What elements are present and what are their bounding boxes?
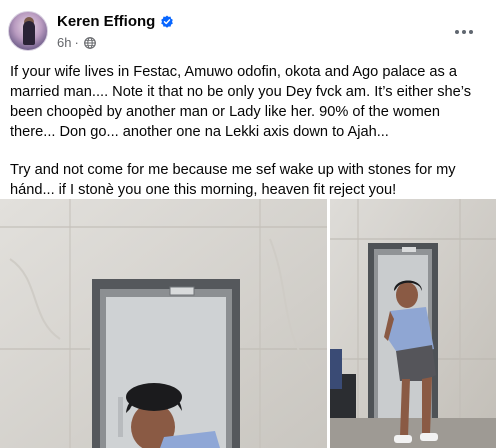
- author-avatar[interactable]: [8, 11, 48, 51]
- more-dot: [469, 30, 473, 34]
- meta-separator: ·: [74, 35, 79, 50]
- photo-image: [330, 199, 496, 448]
- post-photo[interactable]: [330, 199, 496, 448]
- post-paragraph: Try and not come for me because me sef w…: [10, 162, 456, 198]
- author-name[interactable]: Keren Effiong: [57, 13, 155, 31]
- post-photo[interactable]: [0, 199, 327, 448]
- post-text: If your wife lives in Festac, Amuwo odof…: [10, 62, 488, 218]
- more-dot: [455, 30, 459, 34]
- photo-image: [0, 199, 327, 448]
- post-meta: 6h ·: [57, 35, 96, 51]
- post-header: Keren Effiong 6h ·: [0, 0, 496, 62]
- more-options-icon[interactable]: [450, 18, 478, 46]
- photo-grid: [0, 199, 496, 448]
- author-row: Keren Effiong: [57, 13, 174, 31]
- more-dot: [462, 30, 466, 34]
- post-timestamp[interactable]: 6h: [57, 35, 71, 51]
- verified-badge-icon: [161, 15, 174, 28]
- avatar-figure-body: [23, 21, 35, 45]
- globe-icon: [83, 37, 96, 49]
- facebook-post: Keren Effiong 6h · If your wife lives in…: [0, 0, 496, 448]
- post-paragraph: If your wife lives in Festac, Amuwo odof…: [10, 64, 471, 140]
